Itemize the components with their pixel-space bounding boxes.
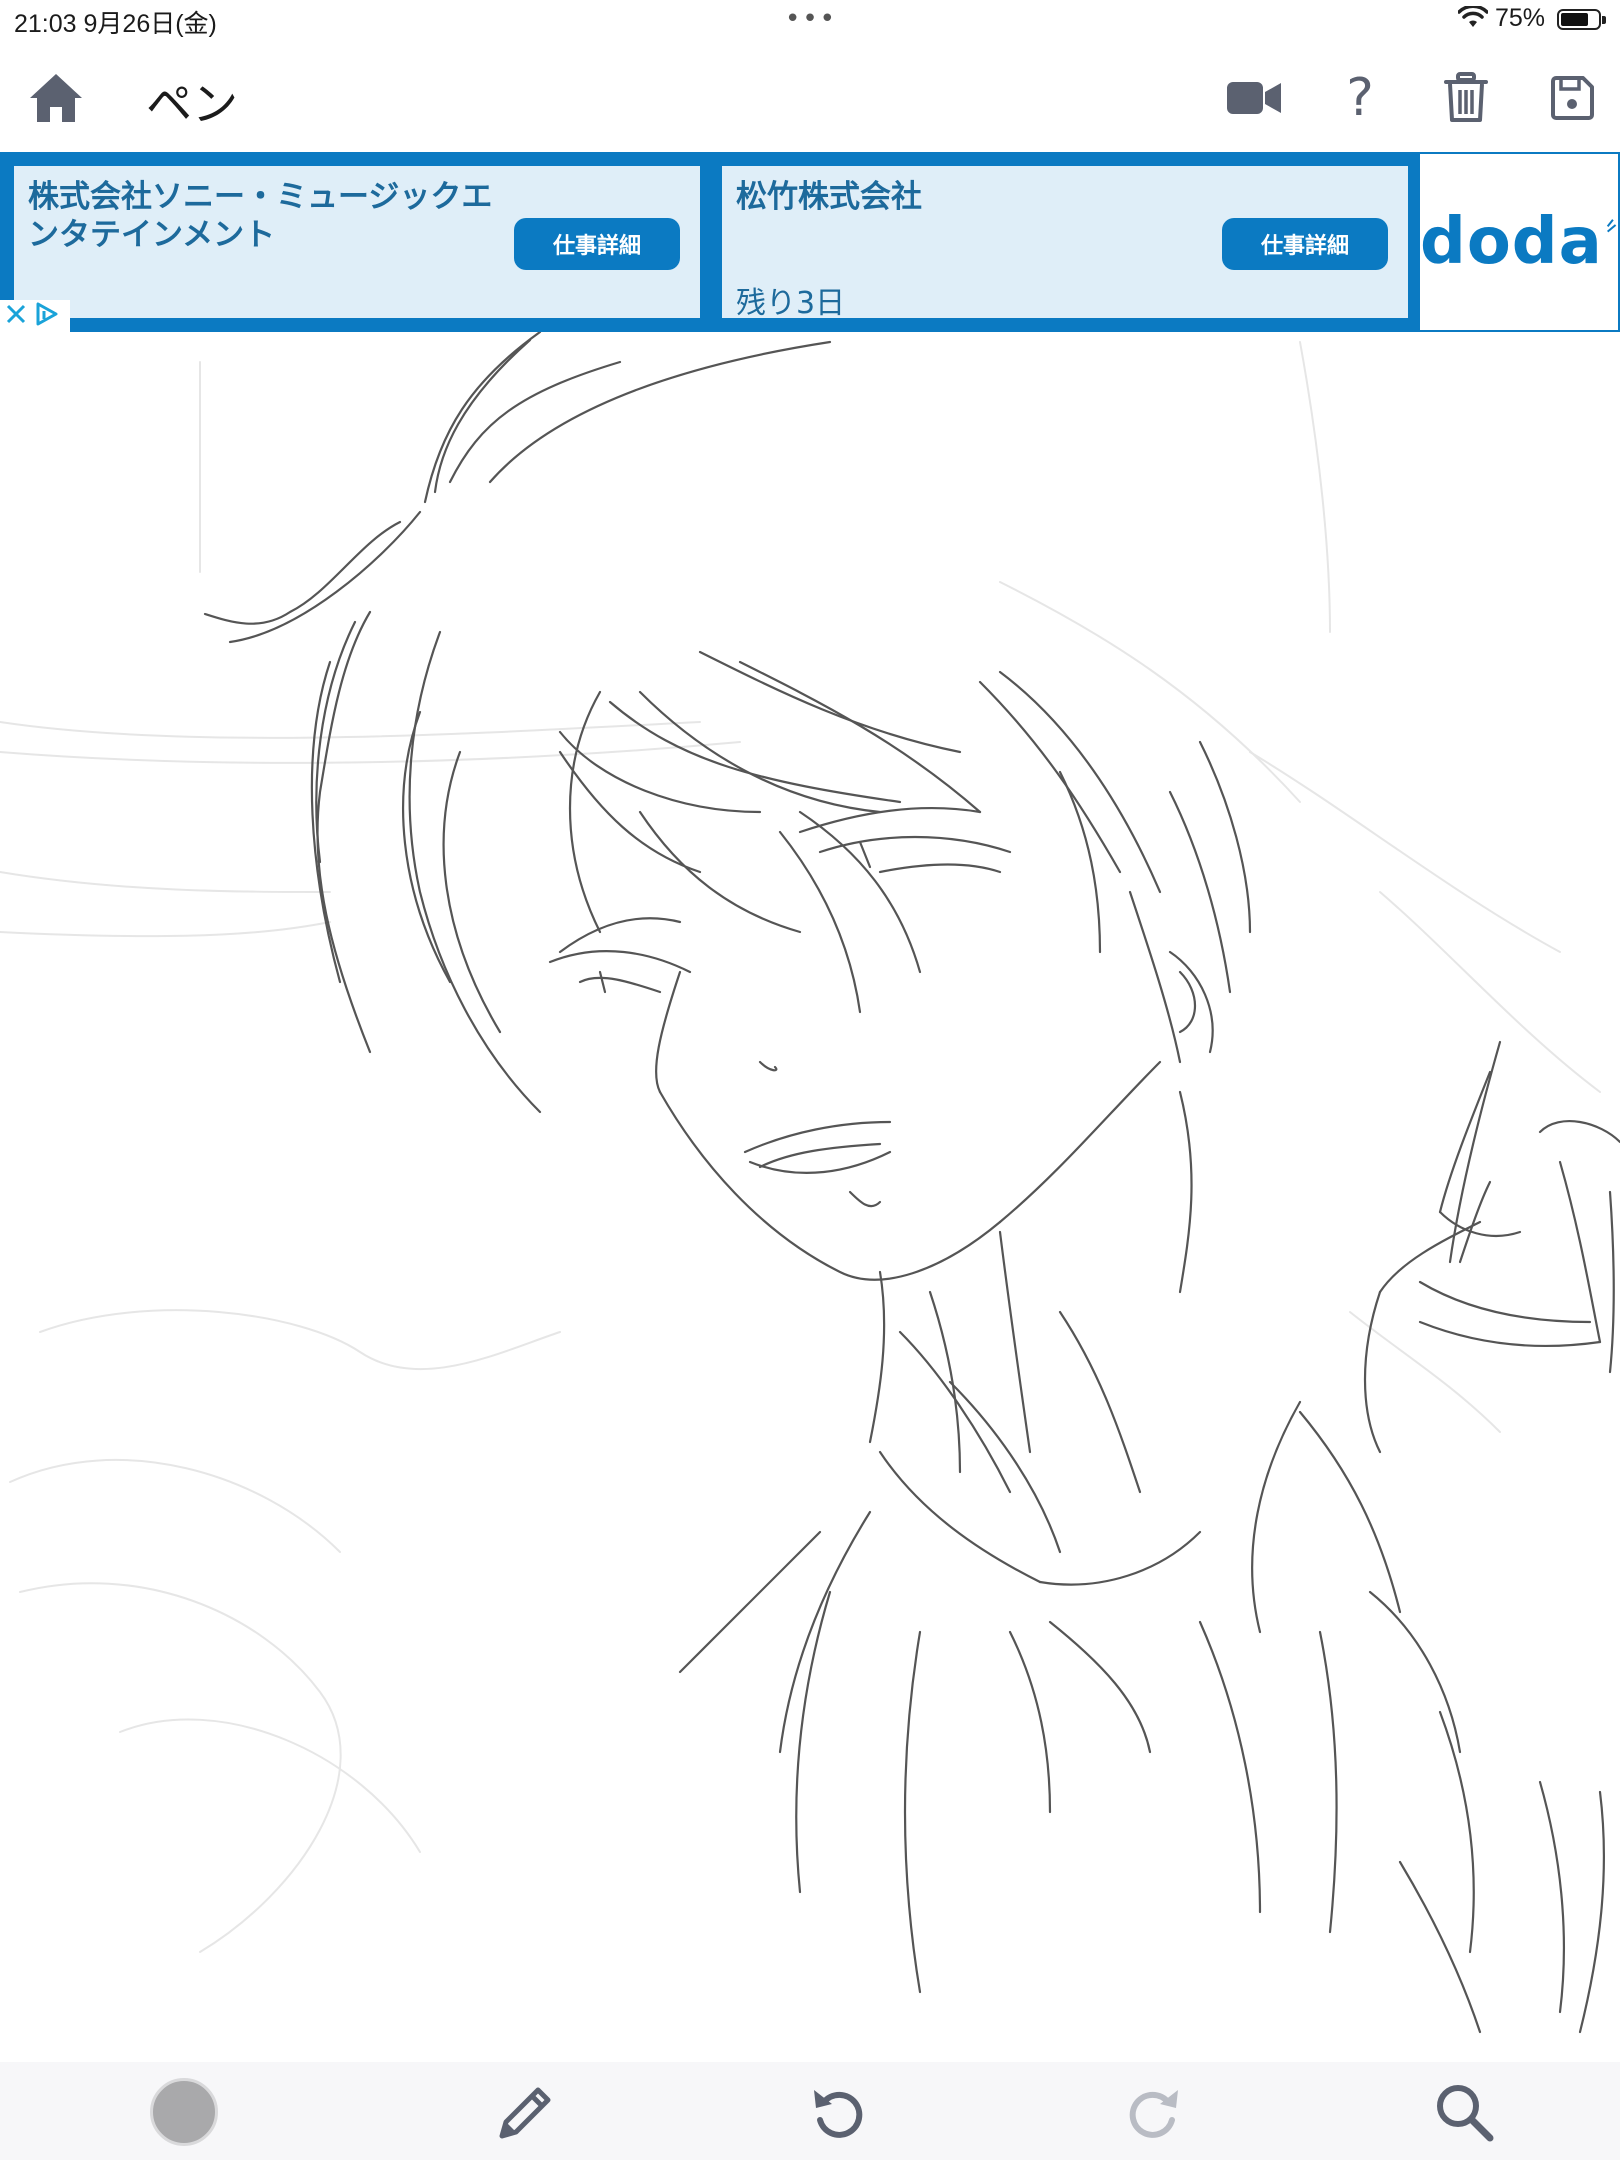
brush-color-swatch	[150, 2078, 218, 2146]
battery-percent: 75%	[1495, 4, 1546, 32]
wifi-icon	[1457, 4, 1489, 34]
ad-choices-icon[interactable]	[32, 301, 62, 331]
ad-choices[interactable]	[0, 300, 70, 332]
top-toolbar: ペン ?	[0, 40, 1620, 152]
doda-logo-text: doda	[1420, 205, 1603, 279]
multitask-dots[interactable]: •••	[785, 4, 837, 34]
help-icon[interactable]: ?	[1330, 68, 1390, 128]
help-glyph: ?	[1346, 68, 1374, 128]
bottom-toolbar	[0, 2062, 1620, 2160]
pencil-icon[interactable]	[490, 2076, 562, 2148]
home-icon[interactable]	[26, 70, 86, 128]
ad-detail-button[interactable]: 仕事詳細	[1222, 218, 1388, 270]
ad-remaining-days: 残り3日	[736, 286, 846, 321]
save-icon[interactable]	[1542, 68, 1602, 128]
sketch-artwork	[0, 332, 1620, 2034]
redo-icon[interactable]	[1118, 2076, 1190, 2148]
status-bar: 21:03 9月26日(金) ••• 75%	[0, 0, 1620, 40]
ad-company-name: 株式会社ソニー・ミュージックエンタテインメント	[28, 179, 493, 253]
color-picker-button[interactable]	[148, 2076, 220, 2148]
battery-icon	[1557, 9, 1606, 30]
ad-card-sony[interactable]: 株式会社ソニー・ミュージックエンタテインメント 仕事詳細	[14, 166, 700, 318]
ad-card-shochiku[interactable]: 松竹株式会社 残り3日 仕事詳細	[722, 166, 1408, 321]
trash-icon[interactable]	[1436, 68, 1496, 128]
page-title: ペン	[146, 77, 238, 131]
ad-company-name: 松竹株式会社	[736, 179, 922, 215]
battery-fill	[1561, 13, 1588, 26]
ad-banner[interactable]: 株式会社ソニー・ミュージックエンタテインメント 仕事詳細 松竹株式会社 残り3日…	[0, 152, 1620, 332]
doda-logo[interactable]: doda	[1420, 154, 1618, 330]
video-camera-icon[interactable]	[1224, 68, 1284, 128]
zoom-icon[interactable]	[1428, 2076, 1500, 2148]
status-time-date: 21:03 9月26日(金)	[14, 10, 217, 38]
undo-icon[interactable]	[802, 2076, 874, 2148]
ad-detail-button[interactable]: 仕事詳細	[514, 218, 680, 270]
drawing-canvas[interactable]	[0, 332, 1620, 2062]
close-icon[interactable]	[4, 302, 28, 330]
